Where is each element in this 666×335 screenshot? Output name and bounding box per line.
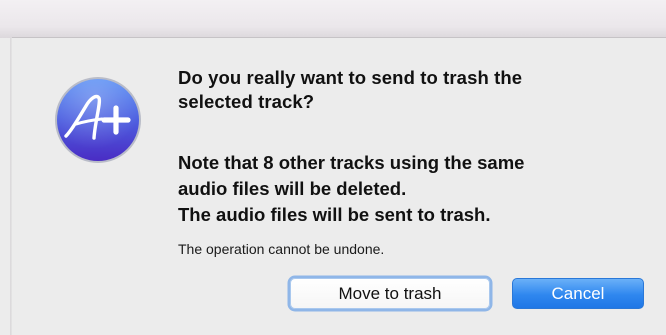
alert-message-line: selected track? (178, 91, 315, 112)
alert-message: Do you really want to send to trash the … (178, 66, 648, 114)
note-line: audio files will be deleted. (178, 178, 407, 199)
cancel-button[interactable]: Cancel (512, 278, 644, 309)
move-to-trash-button[interactable]: Move to trash (290, 278, 490, 309)
alert-message-line: Do you really want to send to trash the (178, 67, 523, 88)
informative-text: The operation cannot be undone. (178, 241, 385, 257)
note-line: The audio files will be sent to trash. (178, 204, 491, 225)
alert-note: Note that 8 other tracks using the same … (178, 150, 648, 228)
app-icon (50, 72, 146, 168)
a-plus-app-icon (55, 77, 141, 163)
window-titlebar (0, 0, 666, 38)
note-line: Note that 8 other tracks using the same (178, 152, 525, 173)
